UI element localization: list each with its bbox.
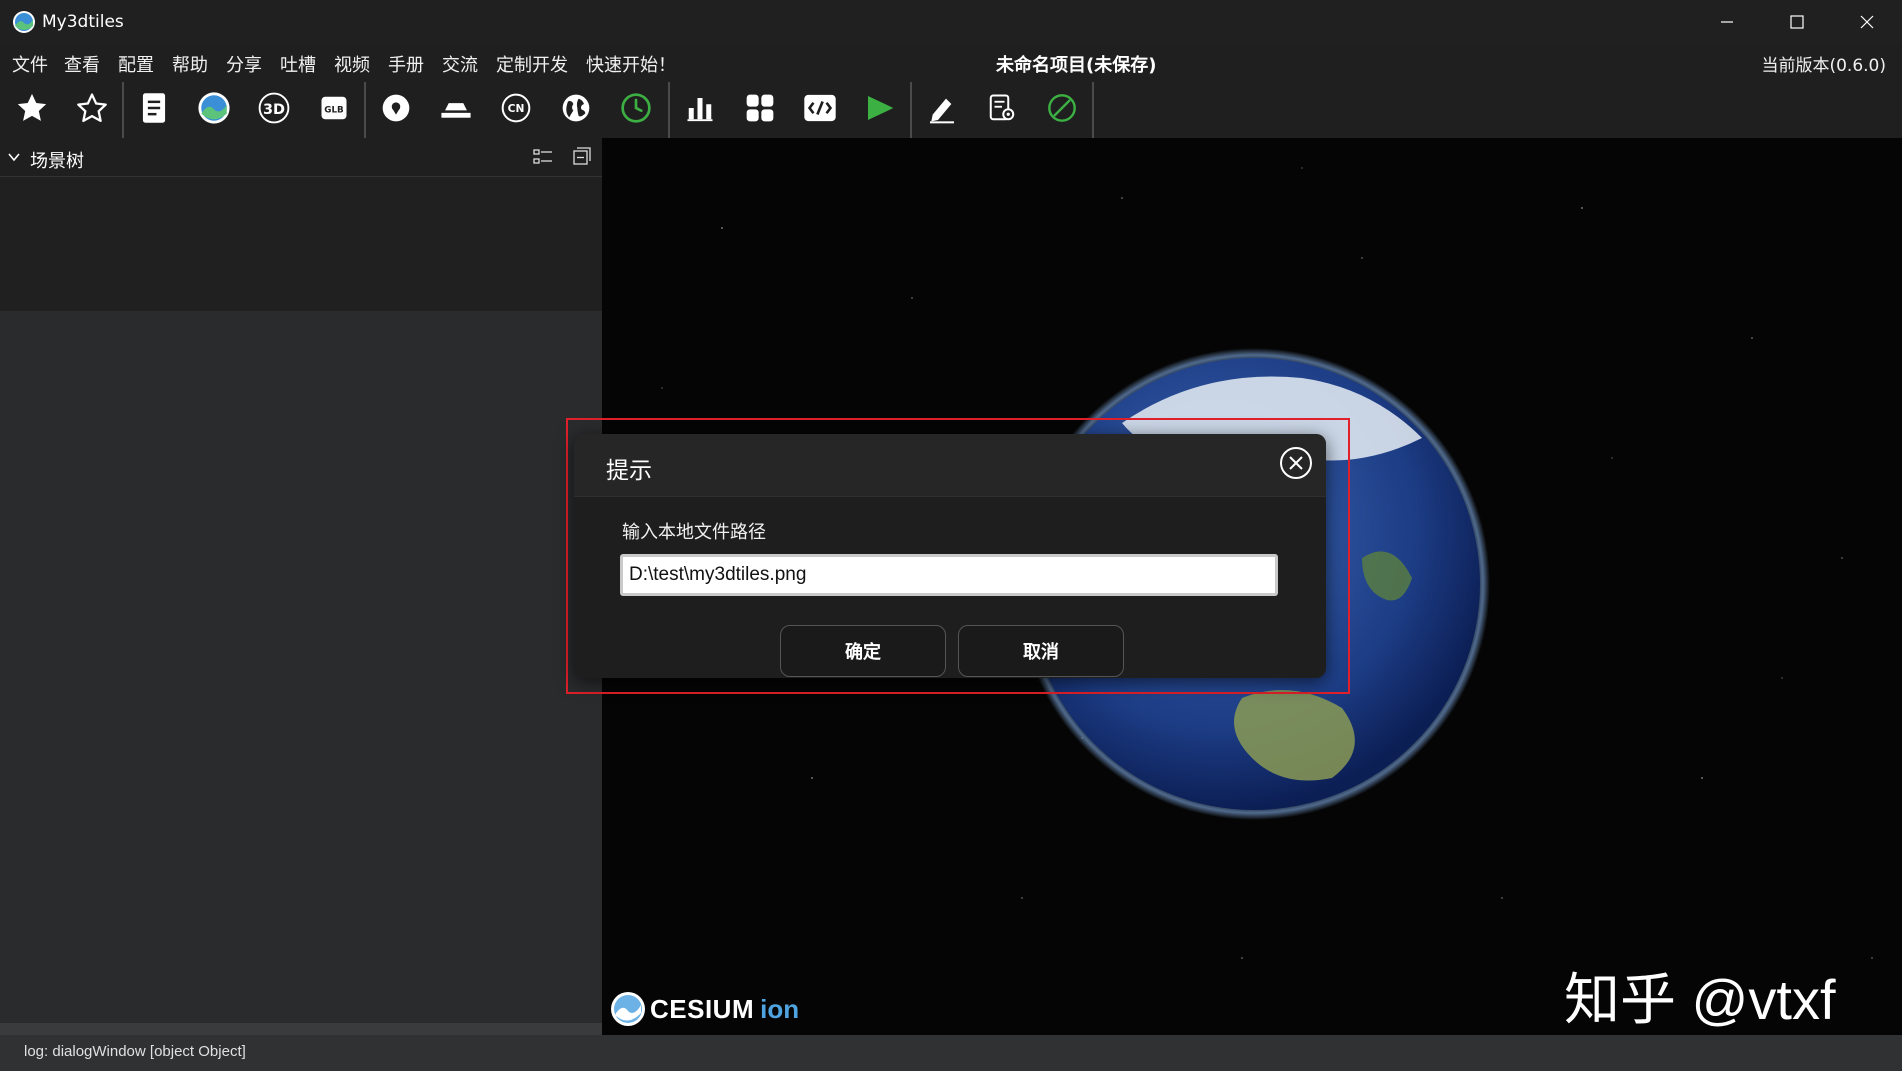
- glb-icon: GLB: [321, 96, 347, 120]
- dialog-title: 提示: [606, 458, 652, 484]
- globe-button[interactable]: [554, 86, 598, 130]
- clear-button[interactable]: [1040, 86, 1084, 130]
- toolbar: 3D GLB CN: [0, 78, 1902, 138]
- edit-icon: [930, 98, 954, 124]
- menu-share[interactable]: 分享: [226, 51, 262, 77]
- chevron-down-icon[interactable]: [8, 152, 20, 162]
- timeline-button[interactable]: [614, 86, 658, 130]
- 3d-model-button[interactable]: 3D: [252, 86, 296, 130]
- clock-icon: [621, 93, 651, 123]
- play-icon: [868, 96, 894, 120]
- tree-view-icon[interactable]: [533, 148, 553, 166]
- cesium-logo-ion: ion: [760, 993, 800, 1024]
- image-layer-icon: [198, 92, 230, 124]
- toolbar-separator: [122, 82, 124, 138]
- menu-view[interactable]: 查看: [64, 51, 100, 77]
- version-label: 当前版本(0.6.0): [1761, 56, 1886, 76]
- menu-feedback[interactable]: 吐槽: [280, 51, 316, 77]
- menu-quick-start[interactable]: 快速开始！: [586, 51, 676, 77]
- toolbar-separator: [910, 82, 912, 138]
- code-icon: [804, 94, 836, 122]
- location-button[interactable]: [374, 86, 418, 130]
- location-icon: [382, 94, 410, 122]
- widgets-icon: [746, 94, 774, 122]
- toolbar-separator: [364, 82, 366, 138]
- bar-chart-icon: [687, 98, 713, 122]
- watermark-text: 知乎 @vtxf: [1564, 968, 1836, 1031]
- cancel-button[interactable]: 取消: [958, 625, 1124, 677]
- menu-community[interactable]: 交流: [442, 51, 478, 77]
- scene-tree-title: 场景树: [30, 151, 84, 172]
- minimize-icon: [1721, 21, 1733, 23]
- dialog-header: 提示: [574, 434, 1326, 497]
- globe-icon: [562, 94, 590, 122]
- prompt-dialog: 提示 输入本地文件路径 确定 取消: [574, 434, 1326, 678]
- path-input-label: 输入本地文件路径: [622, 522, 766, 543]
- menu-custom-dev[interactable]: 定制开发: [496, 51, 568, 77]
- project-title: 未命名项目(未保存): [996, 55, 1157, 76]
- status-log-text: log: dialogWindow [object Object]: [24, 1043, 246, 1060]
- cn-icon: CN: [501, 93, 531, 123]
- settings-list-button[interactable]: [980, 86, 1024, 130]
- statistics-button[interactable]: [678, 86, 722, 130]
- cesium-logo-icon: [611, 992, 645, 1026]
- run-button[interactable]: [858, 86, 902, 130]
- file-path-input[interactable]: [620, 554, 1278, 596]
- menu-config[interactable]: 配置: [118, 51, 154, 77]
- title-bar: My3dtiles: [0, 0, 1902, 44]
- document-button[interactable]: [132, 86, 176, 130]
- window-title: My3dtiles: [42, 12, 124, 32]
- cesium-ion-logo[interactable]: CESIUM ion: [610, 991, 799, 1027]
- star-outline-icon: [77, 93, 107, 123]
- svg-text:GLB: GLB: [324, 105, 344, 115]
- terrain-button[interactable]: [434, 86, 478, 130]
- settings-list-icon: [989, 94, 1015, 121]
- 3d-model-icon: 3D: [258, 92, 290, 124]
- app-logo-icon: [13, 11, 35, 33]
- widgets-button[interactable]: [738, 86, 782, 130]
- code-button[interactable]: [798, 86, 842, 130]
- menu-manual[interactable]: 手册: [388, 51, 424, 77]
- svg-text:CN: CN: [508, 102, 525, 115]
- dialog-close-icon[interactable]: [1279, 446, 1313, 480]
- toolbar-separator: [668, 82, 670, 138]
- close-window-button[interactable]: [1832, 0, 1902, 44]
- confirm-button[interactable]: 确定: [780, 625, 946, 677]
- favorite-list-button[interactable]: [70, 86, 114, 130]
- menu-bar: 文件 查看 配置 帮助 分享 吐槽 视频 手册 交流 定制开发 快速开始！ 未命…: [0, 44, 1902, 78]
- scene-tree-area[interactable]: [0, 177, 602, 311]
- menu-video[interactable]: 视频: [334, 51, 370, 77]
- clear-icon: [1048, 94, 1076, 122]
- image-layer-button[interactable]: [192, 86, 236, 130]
- menu-file[interactable]: 文件: [12, 51, 48, 77]
- minimize-button[interactable]: [1692, 0, 1762, 44]
- menu-help[interactable]: 帮助: [172, 51, 208, 77]
- horizontal-scrollbar[interactable]: [0, 1023, 602, 1035]
- edit-button[interactable]: [920, 86, 964, 130]
- terrain-icon: [441, 103, 471, 118]
- toolbar-separator: [1092, 82, 1094, 138]
- document-icon: [142, 93, 166, 123]
- svg-text:3D: 3D: [263, 102, 285, 118]
- glb-button[interactable]: GLB: [312, 86, 356, 130]
- scene-tree-header: 场景树: [0, 138, 602, 177]
- favorite-add-button[interactable]: [10, 86, 54, 130]
- maximize-icon: [1790, 15, 1804, 29]
- cesium-logo-text: CESIUM: [650, 993, 755, 1024]
- scene-tree-panel: 场景树: [0, 138, 602, 1035]
- status-bar: log: dialogWindow [object Object]: [0, 1035, 1902, 1071]
- collapse-all-icon[interactable]: [573, 147, 591, 165]
- maximize-button[interactable]: [1762, 0, 1832, 44]
- close-icon: [1860, 15, 1874, 29]
- cn-map-button[interactable]: CN: [494, 86, 538, 130]
- star-filled-icon: [17, 93, 47, 121]
